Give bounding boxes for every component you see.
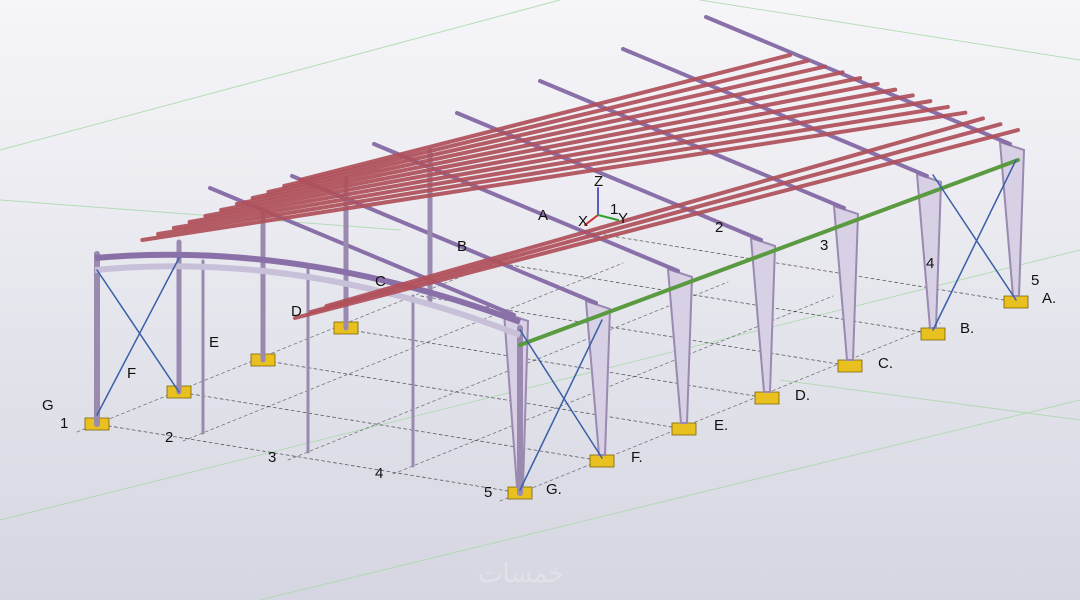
z-axis-label: Z	[594, 173, 603, 190]
base-plate	[1003, 295, 1029, 309]
grid-letter-label: B.	[960, 320, 974, 337]
grid-letter-label: B	[457, 238, 467, 255]
grid-number-label: 2	[715, 219, 723, 236]
grid-letter-label: E.	[714, 417, 728, 434]
grid-letter-label: F.	[631, 449, 643, 466]
y-axis-label: Y	[618, 210, 628, 227]
viewport-background	[0, 0, 1080, 600]
grid-number-label: 4	[375, 465, 383, 482]
grid-number-label: 4	[926, 255, 934, 272]
grid-letter-label: G	[42, 397, 54, 414]
grid-letter-label: D	[291, 303, 302, 320]
grid-number-label: 1	[60, 415, 68, 432]
x-axis-label: X	[578, 213, 588, 230]
structural-model-viewport[interactable]: 1 2 3 4 5 A. B. C. D. E. F. G. G F E D C B A 2 3 4 5 ZXY1 خمسا…	[0, 0, 1080, 600]
grid-letter-label: G.	[546, 481, 562, 498]
grid-letter-label: D.	[795, 387, 810, 404]
origin-label: 1	[610, 201, 618, 218]
grid-number-label: 5	[484, 484, 492, 501]
grid-letter-label: A.	[1042, 290, 1056, 307]
grid-number-label: 3	[820, 237, 828, 254]
grid-number-label: 5	[1031, 272, 1039, 289]
grid-number-label: 3	[268, 449, 276, 466]
grid-letter-label: A	[538, 207, 548, 224]
grid-letter-label: C.	[878, 355, 893, 372]
steel-frame-3d-view[interactable]: 12345A.B.C.D.E.F.G.GFEDCBA2345 ZX Y1 خمسا…	[0, 0, 1080, 600]
grid-letter-label: C	[375, 273, 386, 290]
grid-number-label: 2	[165, 429, 173, 446]
grid-letter-label: F	[127, 365, 136, 382]
base-plate	[837, 359, 863, 373]
watermark: خمسات	[478, 559, 565, 589]
grid-letter-label: E	[209, 334, 219, 351]
base-plate	[754, 391, 780, 405]
base-plate	[671, 422, 697, 436]
